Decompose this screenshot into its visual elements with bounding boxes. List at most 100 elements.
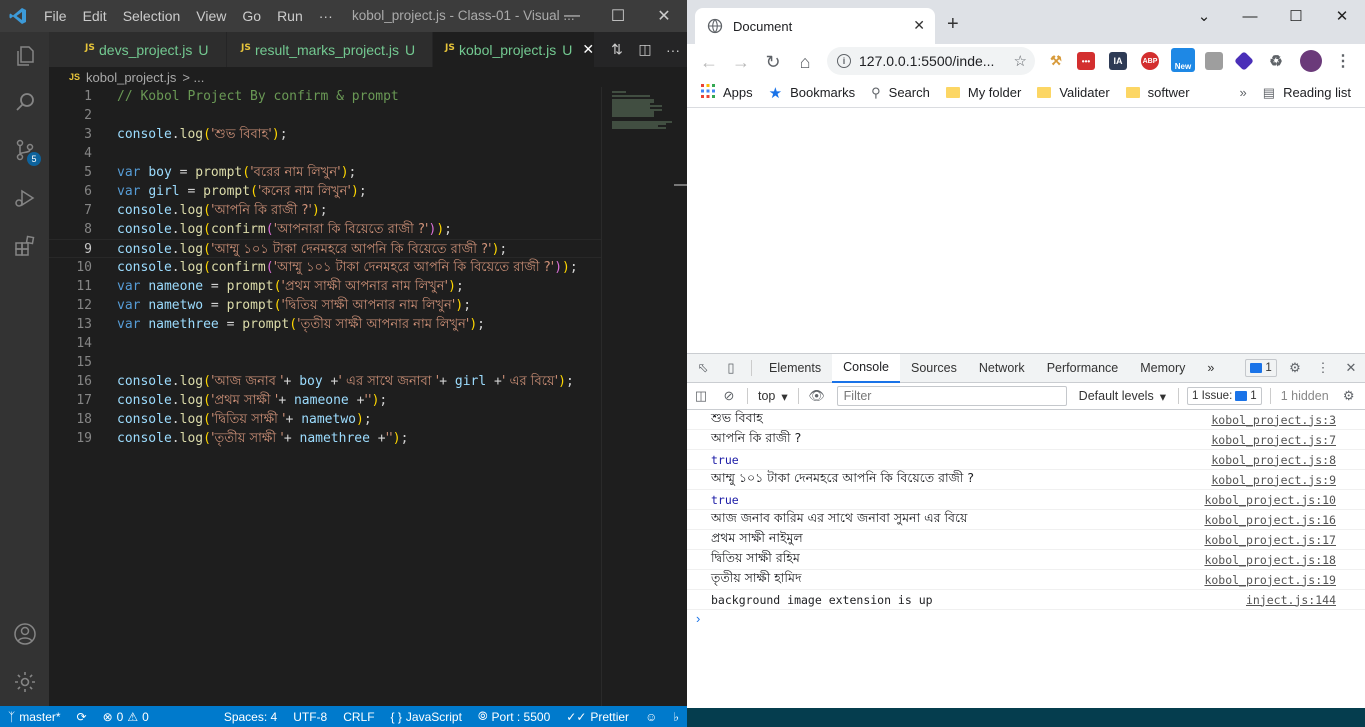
extension-ia-icon[interactable]: IA <box>1109 52 1127 70</box>
bookmarks-overflow-icon[interactable]: » <box>1232 85 1255 100</box>
tab-close-icon[interactable]: ✕ <box>913 17 925 34</box>
code-line[interactable]: 17 console.log('প্রথম সাক্ষী '+ nameone +… <box>49 391 601 410</box>
code-line[interactable]: 9 console.log('আম্মু ১০১ টাকা দেনমহরে আপন… <box>49 239 601 258</box>
close-icon[interactable]: ✕ <box>1319 0 1365 32</box>
extension-red-icon[interactable]: ••• <box>1077 52 1095 70</box>
console-source-link[interactable]: kobol_project.js:3 <box>1211 413 1336 427</box>
code-line[interactable]: 4 <box>49 144 601 163</box>
maximize-icon[interactable]: ☐ <box>1273 0 1319 32</box>
extensions-puzzle-icon[interactable]: ♻ <box>1267 52 1285 70</box>
console-source-link[interactable]: kobol_project.js:10 <box>1204 493 1336 507</box>
live-server-port[interactable]: ⦾ Port : 5500 <box>470 709 558 724</box>
extension-grey-icon[interactable] <box>1205 52 1223 70</box>
address-bar[interactable]: i 127.0.0.1:5500/inde... ☆ <box>827 47 1035 75</box>
code-line[interactable]: 19 console.log('তৃতীয় সাক্ষী '+ namethre… <box>49 429 601 448</box>
console-output[interactable]: › শুভ বিবাহ kobol_project.js:3 আপনি কি রাজ… <box>687 410 1365 709</box>
minimize-icon[interactable]: — <box>1227 0 1273 32</box>
extension-purple-icon[interactable] <box>1234 51 1254 71</box>
bookmark-my-folder[interactable]: My folder <box>938 85 1029 100</box>
menu-item-edit[interactable]: Edit <box>75 0 115 32</box>
browser-tab-document[interactable]: Document ✕ <box>695 8 935 44</box>
settings-gear-icon[interactable] <box>0 658 49 706</box>
eol-indicator[interactable]: CRLF <box>335 710 382 724</box>
console-source-link[interactable]: kobol_project.js:17 <box>1204 533 1336 547</box>
code-line[interactable]: 1 // Kobol Project By confirm & prompt <box>49 87 601 106</box>
inspect-element-icon[interactable]: ⬁ <box>689 354 717 383</box>
editor-scrollbar[interactable] <box>674 184 687 186</box>
console-source-link[interactable]: kobol_project.js:7 <box>1211 433 1336 447</box>
devtools-tab-memory[interactable]: Memory <box>1129 354 1196 383</box>
minimize-icon[interactable]: — <box>549 0 595 32</box>
breadcrumb-file[interactable]: kobol_project.js <box>86 70 176 85</box>
tab-result-marks-project[interactable]: JS result_marks_project.js U <box>227 32 433 67</box>
menu-item-go[interactable]: Go <box>234 0 269 32</box>
sync-button[interactable]: ⟳ <box>69 710 95 724</box>
devtools-tab-console[interactable]: Console <box>832 353 900 383</box>
back-icon[interactable]: ← <box>697 50 721 74</box>
code-line[interactable]: 15 <box>49 353 601 372</box>
more-actions-icon[interactable]: ··· <box>659 42 687 58</box>
console-source-link[interactable]: kobol_project.js:16 <box>1204 513 1336 527</box>
encoding-indicator[interactable]: UTF-8 <box>285 710 335 724</box>
code-line[interactable]: 12 var nametwo = prompt('দ্বিতিয় সাক্ষী … <box>49 296 601 315</box>
chrome-menu-icon[interactable]: ⋮ <box>1334 52 1352 70</box>
maximize-icon[interactable]: ☐ <box>595 0 641 32</box>
adblock-icon[interactable]: ABP <box>1141 52 1159 70</box>
language-indicator[interactable]: { } JavaScript <box>383 710 470 724</box>
menu-item-run[interactable]: Run <box>269 0 311 32</box>
close-icon[interactable]: ✕ <box>641 0 687 32</box>
bookmark-search[interactable]: ⚲ Search <box>863 85 938 101</box>
devtools-more-tabs[interactable]: » <box>1196 354 1225 383</box>
messages-badge[interactable]: 1 <box>1245 359 1277 377</box>
extension-pin-icon[interactable]: ⚒ <box>1047 52 1065 70</box>
code-line[interactable]: 16 console.log('আজ জনাব '+ boy +' এর সাথে… <box>49 372 601 391</box>
breadcrumb-rest[interactable]: > ... <box>182 70 204 85</box>
new-tab-icon[interactable]: + <box>947 13 959 36</box>
forward-icon[interactable]: → <box>729 50 753 74</box>
code-line[interactable]: 11 var nameone = prompt('প্রথম সাক্ষী আপন… <box>49 277 601 296</box>
menu-item-[interactable]: ··· <box>311 0 341 32</box>
extension-new-icon[interactable]: New <box>1171 48 1195 72</box>
code-line[interactable]: 13 var namethree = prompt('তৃতীয় সাক্ষী … <box>49 315 601 334</box>
devtools-tab-elements[interactable]: Elements <box>758 354 832 383</box>
prettier-indicator[interactable]: ✓✓ Prettier <box>558 710 637 724</box>
code-line[interactable]: 18 console.log('দ্বিতিয় সাক্ষী '+ nametw… <box>49 410 601 429</box>
reading-list-button[interactable]: ▤ Reading list <box>1255 85 1365 101</box>
bookmark-validater[interactable]: Validater <box>1029 85 1117 100</box>
search-icon[interactable] <box>0 78 49 126</box>
bookmark-star-icon[interactable]: ☆ <box>1014 52 1027 70</box>
bookmark-bookmarks[interactable]: ★ Bookmarks <box>761 84 863 102</box>
devtools-settings-icon[interactable]: ⚙ <box>1281 354 1309 383</box>
code-line[interactable]: 2 <box>49 106 601 125</box>
device-toolbar-icon[interactable]: ▯ <box>717 354 745 383</box>
code-line[interactable]: 10 console.log(confirm('আম্মু ১০১ টাকা দে… <box>49 258 601 277</box>
log-levels-dropdown[interactable]: Default levels ▾ <box>1071 389 1174 404</box>
console-source-link[interactable]: kobol_project.js:8 <box>1211 453 1336 467</box>
console-filter-input[interactable]: Filter <box>836 386 1067 406</box>
home-icon[interactable]: ⌂ <box>793 50 817 74</box>
minimap[interactable] <box>601 87 687 706</box>
console-source-link[interactable]: kobol_project.js:9 <box>1211 473 1336 487</box>
code-line[interactable]: 3 console.log('শুভ বিবাহ'); <box>49 125 601 144</box>
console-source-link[interactable]: kobol_project.js:19 <box>1204 573 1336 587</box>
devtools-tab-network[interactable]: Network <box>968 354 1036 383</box>
devtools-tab-performance[interactable]: Performance <box>1036 354 1130 383</box>
profile-avatar[interactable] <box>1300 50 1322 72</box>
account-icon[interactable] <box>0 610 49 658</box>
reload-icon[interactable]: ↻ <box>761 50 785 74</box>
tab-close-icon[interactable]: ✕ <box>582 41 594 58</box>
explorer-icon[interactable] <box>0 32 49 80</box>
console-source-link[interactable]: inject.js:144 <box>1246 593 1336 607</box>
code-line[interactable]: 6 var girl = prompt('কনের নাম লিখুন'); <box>49 182 601 201</box>
devtools-menu-icon[interactable]: ⋮ <box>1309 354 1337 383</box>
run-debug-icon[interactable] <box>0 174 49 222</box>
menu-item-file[interactable]: File <box>36 0 75 32</box>
menu-item-selection[interactable]: Selection <box>115 0 189 32</box>
branch-indicator[interactable]: ᛉ master* <box>0 710 69 724</box>
code-editor[interactable]: 1 // Kobol Project By confirm & prompt 2 3 c… <box>49 87 601 706</box>
devtools-close-icon[interactable]: ✕ <box>1337 354 1365 383</box>
site-info-icon[interactable]: i <box>837 54 851 68</box>
indentation-indicator[interactable]: Spaces: 4 <box>216 710 285 724</box>
console-settings-icon[interactable]: ⚙ <box>1335 382 1363 411</box>
code-line[interactable]: 8 console.log(confirm('আপনারা কি বিয়েতে … <box>49 220 601 239</box>
